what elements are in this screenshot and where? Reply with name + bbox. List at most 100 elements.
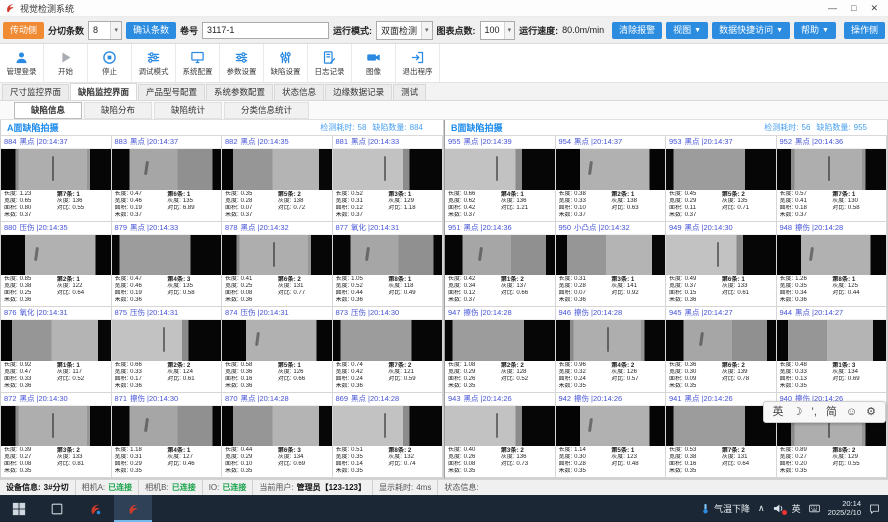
clock[interactable]: 20:14 2025/2/10 (828, 500, 861, 517)
ribbon-params-button[interactable]: 参数设置 (220, 44, 264, 82)
defect-cell[interactable]: 946擦伤|20:14:28长度:0.96宽度:0.32面积:0.24米数:0.… (556, 307, 667, 393)
ime-indicator[interactable]: 英 (792, 502, 801, 515)
chart-points-select[interactable]: 100▾ (480, 21, 516, 40)
ime-moon-icon[interactable]: ☽ (793, 403, 803, 421)
minimize-button[interactable]: — (828, 1, 837, 15)
defect-cell[interactable]: 949黑点|20:14:30长度:0.49宽度:0.37面积:0.15米数:0.… (666, 222, 777, 308)
touch-keyboard-icon[interactable] (809, 503, 820, 514)
defect-cell[interactable]: 875压伤|20:14:31长度:0.66宽度:0.33面积:0.17米数:0.… (112, 307, 223, 393)
defect-cell[interactable]: 869黑点|20:14:28长度:0.51宽度:0.35面积:0.14米数:0.… (333, 393, 444, 479)
defect-cell[interactable]: 945黑点|20:14:27长度:0.36宽度:0.30面积:0.09米数:0.… (666, 307, 777, 393)
volume-icon[interactable] (773, 503, 784, 514)
help-menu-button[interactable]: 帮助▼ (794, 22, 836, 39)
defect-cell[interactable]: 876氧化|20:14:31长度:0.92宽度:0.47面积:0.33米数:0.… (1, 307, 112, 393)
ime-emoji-icon[interactable]: ☺ (846, 403, 857, 421)
app-window: 视觉检测系统 — □ ✕ 传动侧 分切条数 8▾ 确认条数 卷号 运行模式: 双… (0, 0, 888, 522)
defect-id: 951 (448, 223, 461, 232)
current-user-value: 管理员【123-123】 (297, 482, 366, 493)
defect-time: 20:14:31 (149, 308, 178, 317)
ribbon-monitor-button[interactable]: 系统配置 (176, 44, 220, 82)
defect-cell[interactable]: 873压伤|20:14:30长度:0.74宽度:0.42面积:0.24米数:0.… (333, 307, 444, 393)
defect-cell[interactable]: 942擦伤|20:14:26长度:1.14宽度:0.30面积:0.28米数:0.… (556, 393, 667, 479)
defect-image (666, 235, 776, 276)
maximize-button[interactable]: □ (851, 1, 856, 15)
defect-cell[interactable]: 878黑点|20:14:32长度:0.41宽度:0.25面积:0.08米数:0.… (222, 222, 333, 308)
defect-cell[interactable]: 941黑点|20:14:26长度:0.53宽度:0.38面积:0.16米数:0.… (666, 393, 777, 479)
tab-2[interactable]: 产品型号配置 (138, 84, 205, 100)
defect-cell[interactable]: 951黑点|20:14:36长度:0.42宽度:0.34面积:0.12米数:0.… (445, 222, 556, 308)
confirm-strips-button[interactable]: 确认条数 (126, 22, 176, 39)
subtab-2[interactable]: 缺陷统计 (154, 102, 222, 119)
defect-cell[interactable]: 948擦伤|20:14:28长度:1.26宽度:0.35面积:0.34米数:0.… (777, 222, 888, 308)
ime-simplified[interactable]: 简 (826, 403, 837, 421)
defect-width: 宽度:0.31 (115, 454, 166, 461)
task-view-button[interactable] (38, 495, 76, 522)
defect-cell[interactable]: 954黑点|20:14:37长度:0.38宽度:0.33面积:0.10米数:0.… (556, 136, 667, 222)
weather-widget[interactable]: 气温下降 (700, 502, 750, 515)
operate-side-button[interactable]: 操作侧 (844, 22, 885, 39)
tab-0[interactable]: 尺寸监控界面 (2, 84, 69, 100)
tab-5[interactable]: 边缘数据记录 (325, 84, 392, 100)
defect-cell[interactable]: 884黑点|20:14:37长度:1.23宽度:0.65面积:0.80米数:0.… (1, 136, 112, 222)
defect-id: 883 (115, 137, 128, 146)
subtab-0[interactable]: 缺陷信息 (14, 102, 82, 119)
close-button[interactable]: ✕ (870, 1, 878, 15)
tab-6[interactable]: 测试 (393, 84, 426, 100)
strip-count-select[interactable]: 8▾ (88, 21, 122, 40)
taskbar-active-app-icon[interactable] (114, 495, 152, 522)
ribbon-defects-button[interactable]: 缺陷设置 (264, 44, 308, 82)
defect-cell[interactable]: 943黑点|20:14:26长度:0.40宽度:0.26面积:0.08米数:0.… (445, 393, 556, 479)
start-button[interactable] (0, 495, 38, 522)
defect-cell[interactable]: 944黑点|20:14:27长度:0.48宽度:0.33面积:0.13米数:0.… (777, 307, 888, 393)
tab-1[interactable]: 缺陷监控界面 (70, 83, 137, 100)
defect-contrast: 对比:0.69 (278, 461, 329, 468)
ime-english[interactable]: 英 (773, 403, 784, 421)
tab-4[interactable]: 状态信息 (274, 84, 324, 100)
defect-time: 20:14:35 (259, 137, 288, 146)
data-quick-access-button[interactable]: 数据快捷访问▼ (712, 22, 790, 39)
ime-settings-icon[interactable]: ⚙ (866, 403, 876, 421)
ribbon-exit-button[interactable]: 退出程序 (396, 44, 440, 82)
defect-cell[interactable]: 952黑点|20:14:36长度:0.57宽度:0.41面积:0.18米数:0.… (777, 136, 888, 222)
defect-cell[interactable]: 872黑点|20:14:30长度:0.39宽度:0.27面积:0.08米数:0.… (1, 393, 112, 479)
taskbar-app-icon[interactable] (76, 495, 114, 522)
drive-side-button[interactable]: 传动侧 (3, 22, 44, 39)
defect-gray: 灰度:131 (278, 283, 329, 290)
subtab-3[interactable]: 分类信息统计 (224, 102, 309, 119)
defect-metrics-left: 长度:0.44宽度:0.29面积:0.10米数:0.35 (225, 447, 276, 477)
ribbon-log-button[interactable]: 日志记录 (308, 44, 352, 82)
defect-cell[interactable]: 950小凸点|20:14:32长度:0.31宽度:0.28面积:0.07米数:0… (556, 222, 667, 308)
defect-cell[interactable]: 870黑点|20:14:28长度:0.44宽度:0.29面积:0.10米数:0.… (222, 393, 333, 479)
defect-cell[interactable]: 947擦伤|20:14:28长度:1.08宽度:0.29面积:0.26米数:0.… (445, 307, 556, 393)
notification-center-icon[interactable] (869, 503, 880, 514)
view-menu-button[interactable]: 视图▼ (666, 22, 708, 39)
defect-cell[interactable]: 882黑点|20:14:35长度:0.35宽度:0.28面积:0.07米数:0.… (222, 136, 333, 222)
ribbon-stop-button[interactable]: 停止 (88, 44, 132, 82)
defect-cell[interactable]: 881黑点|20:14:33长度:0.52宽度:0.31面积:0.12米数:0.… (333, 136, 444, 222)
clear-alarm-button[interactable]: 清除报警 (612, 22, 662, 39)
device-info-label: 设备信息: (6, 482, 41, 493)
subtab-1[interactable]: 缺陷分布 (84, 102, 152, 119)
defect-cell[interactable]: 880压伤|20:14:35长度:0.85宽度:0.38面积:0.25米数:0.… (1, 222, 112, 308)
ribbon-user-button[interactable]: 管理登录 (0, 44, 44, 82)
defect-meters: 米数:0.35 (448, 468, 499, 475)
defect-cell-header: 949黑点|20:14:30 (666, 222, 776, 235)
ribbon-tune-button[interactable]: 调试模式 (132, 44, 176, 82)
ribbon-camera-button[interactable]: 图像 (352, 44, 396, 82)
defect-cell[interactable]: 879黑点|20:14:33长度:0.47宽度:0.46面积:0.19米数:0.… (112, 222, 223, 308)
tab-3[interactable]: 系统参数配置 (206, 84, 273, 100)
ribbon-play-button[interactable]: 开始 (44, 44, 88, 82)
roll-number-input[interactable] (202, 22, 329, 39)
defect-cell[interactable]: 874压伤|20:14:31长度:0.58宽度:0.36面积:0.16米数:0.… (222, 307, 333, 393)
ime-punct-icon[interactable]: ’, (811, 403, 817, 421)
defect-info: 长度:0.35宽度:0.28面积:0.07米数:0.37第5条: 2灰度:138… (222, 190, 332, 221)
tray-expand-icon[interactable]: ∧ (758, 503, 765, 514)
defect-cell[interactable]: 877氧化|20:14:31长度:1.05宽度:0.52面积:0.44米数:0.… (333, 222, 444, 308)
panel-header: B面缺陷拍摄检测耗时:56缺陷数量:955 (445, 120, 887, 136)
defect-cell[interactable]: 871擦伤|20:14:30长度:1.18宽度:0.31面积:0.29米数:0.… (112, 393, 223, 479)
defect-cell[interactable]: 883黑点|20:14:37长度:0.47宽度:0.46面积:0.19米数:0.… (112, 136, 223, 222)
roll-number-label: 卷号 (180, 24, 198, 37)
defect-cell[interactable]: 955黑点|20:14:39长度:0.66宽度:0.62面积:0.42米数:0.… (445, 136, 556, 222)
defect-cell[interactable]: 953黑点|20:14:37长度:0.45宽度:0.29面积:0.11米数:0.… (666, 136, 777, 222)
run-mode-select[interactable]: 双面检测▾ (376, 21, 433, 40)
